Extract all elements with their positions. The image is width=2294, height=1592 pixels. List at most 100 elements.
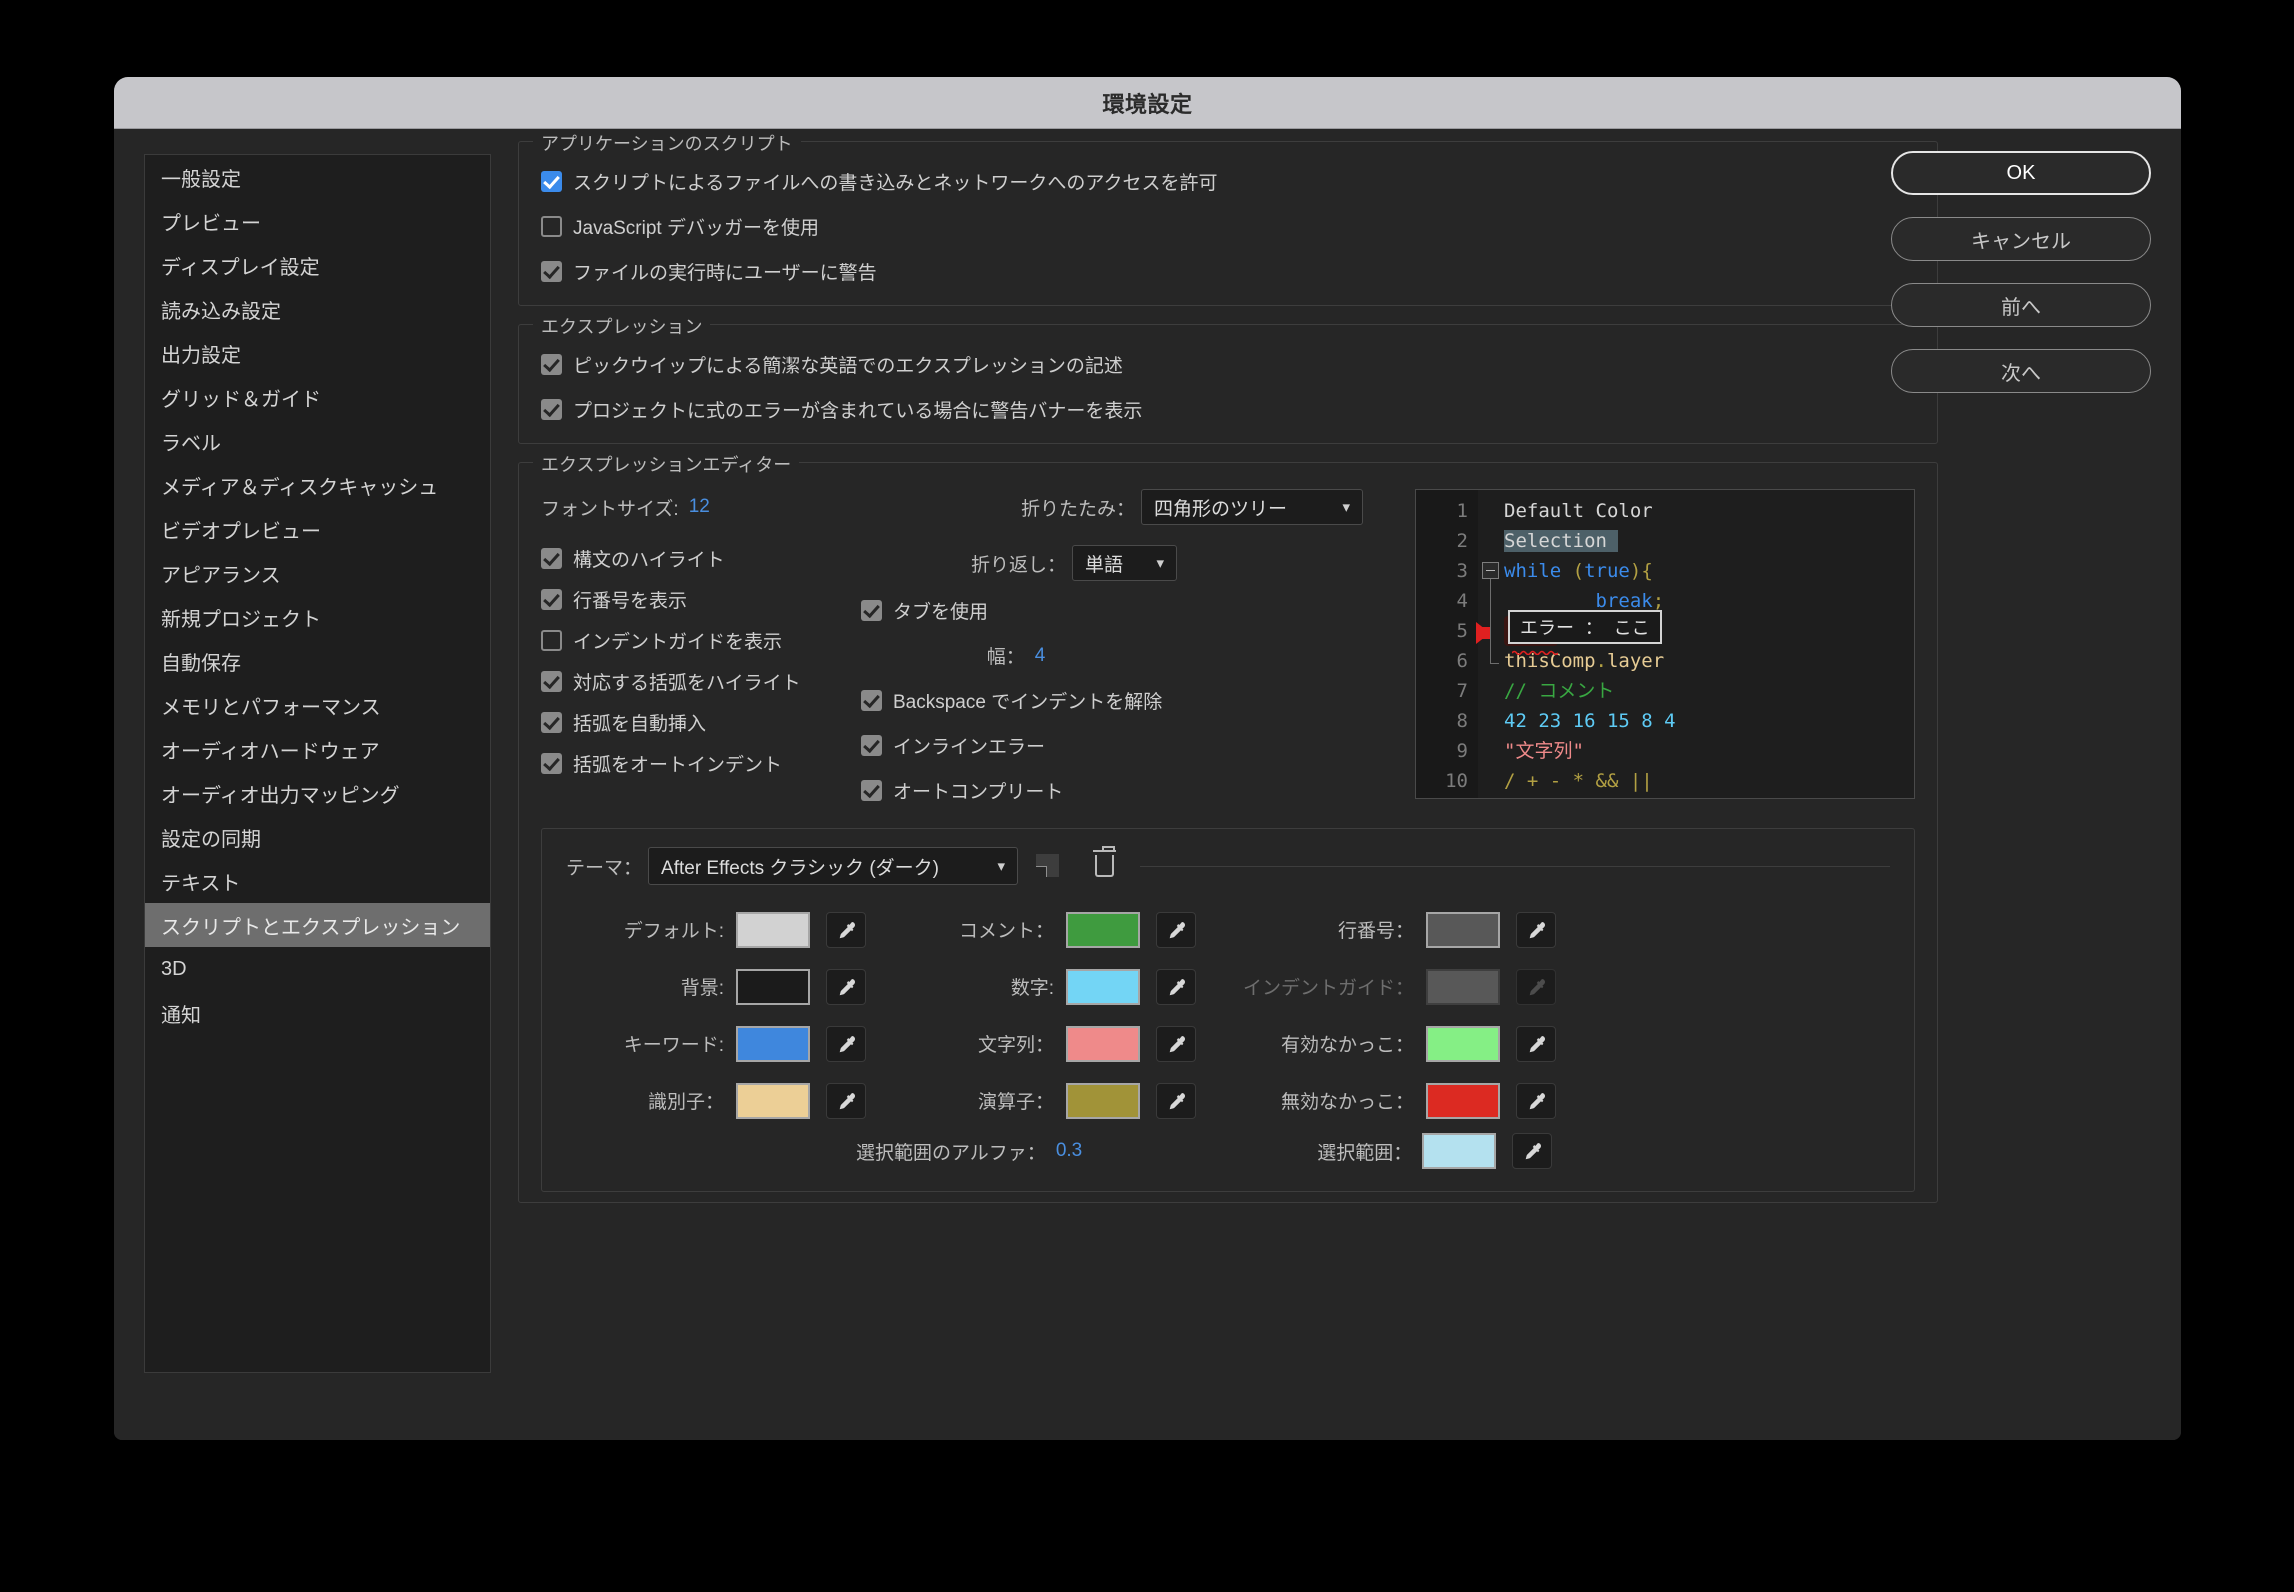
checkbox[interactable] <box>541 171 562 192</box>
sidebar-item[interactable]: プレビュー <box>145 199 490 243</box>
selection-alpha-value[interactable]: 0.3 <box>1056 1140 1082 1162</box>
eyedropper-button[interactable] <box>826 911 866 948</box>
color-swatch-label: 識別子： <box>647 1092 724 1113</box>
selection-eyedropper-button[interactable] <box>1512 1133 1553 1169</box>
eyedropper-button[interactable] <box>1156 911 1196 948</box>
checkbox[interactable] <box>541 630 562 651</box>
checkbox-row[interactable]: インデントガイドを表示 <box>541 627 841 654</box>
tab-width-value[interactable]: 4 <box>1035 645 1046 667</box>
color-swatch-chip[interactable] <box>1426 1025 1500 1062</box>
sidebar-item[interactable]: テキスト <box>145 859 490 903</box>
eyedropper-button[interactable] <box>1516 1025 1556 1062</box>
checkbox[interactable] <box>861 600 882 621</box>
checkbox-row[interactable]: インラインエラー <box>861 732 1171 759</box>
duplicate-icon <box>1036 854 1060 877</box>
sidebar-item[interactable]: 一般設定 <box>145 155 490 199</box>
previous-button[interactable]: 前へ <box>1891 283 2151 327</box>
color-swatch-label: 無効なかっこ： <box>1280 1092 1414 1113</box>
sidebar-item[interactable]: 新規プロジェクト <box>145 595 490 639</box>
duplicate-theme-button[interactable] <box>1034 851 1064 881</box>
checkbox[interactable] <box>541 712 562 733</box>
color-swatch-chip[interactable] <box>1426 911 1500 948</box>
checkbox-label: 行番号を表示 <box>573 591 688 612</box>
sidebar-item[interactable]: メディア＆ディスクキャッシュ <box>145 463 490 507</box>
checkbox-label: 括弧を自動挿入 <box>573 714 707 735</box>
sidebar-item[interactable]: ラベル <box>145 419 490 463</box>
eyedropper-button[interactable] <box>1516 911 1556 948</box>
eyedropper-button[interactable] <box>826 1025 866 1062</box>
wrap-dropdown[interactable]: 単語 ▾ <box>1072 545 1177 581</box>
sidebar-item[interactable]: ビデオプレビュー <box>145 507 490 551</box>
eyedropper-button[interactable] <box>1156 968 1196 1005</box>
theme-dropdown[interactable]: After Effects クラシック (ダーク) ▾ <box>648 847 1019 885</box>
checkbox[interactable] <box>541 548 562 569</box>
eyedropper-button[interactable] <box>826 1082 866 1119</box>
checkbox[interactable] <box>541 589 562 610</box>
cancel-button[interactable]: キャンセル <box>1891 217 2151 261</box>
checkbox[interactable] <box>541 354 562 375</box>
selection-color-chip[interactable] <box>1422 1133 1497 1169</box>
checkbox[interactable] <box>861 735 882 756</box>
delete-theme-button[interactable] <box>1090 846 1120 881</box>
sidebar-item[interactable]: 自動保存 <box>145 639 490 683</box>
checkbox-row[interactable]: JavaScript デバッガーを使用 <box>541 213 1915 240</box>
checkbox[interactable] <box>861 780 882 801</box>
color-swatch-chip[interactable] <box>736 1025 810 1062</box>
eyedropper-button[interactable] <box>826 968 866 1005</box>
color-swatch-chip[interactable] <box>1426 1082 1500 1119</box>
sidebar-item[interactable]: 出力設定 <box>145 331 490 375</box>
fold-dropdown[interactable]: 四角形のツリー ▾ <box>1141 489 1364 525</box>
next-button[interactable]: 次へ <box>1891 349 2151 393</box>
sidebar-item-label: ビデオプレビュー <box>161 520 321 543</box>
sidebar-item-label: アピアランス <box>161 564 281 587</box>
fold-collapse-icon[interactable] <box>1482 562 1499 579</box>
sidebar-item[interactable]: アピアランス <box>145 551 490 595</box>
eyedropper-icon <box>1169 1092 1185 1109</box>
checkbox-row[interactable]: 行番号を表示 <box>541 586 841 613</box>
font-size-value[interactable]: 12 <box>689 496 710 518</box>
color-swatch-chip[interactable] <box>1066 968 1140 1005</box>
checkbox[interactable] <box>541 216 562 237</box>
category-sidebar[interactable]: 一般設定 プレビュー ディスプレイ設定 読み込み設定 出力設定 グリッド＆ガイド ラベル メデ… <box>144 154 491 1373</box>
eyedropper-button[interactable] <box>1156 1082 1196 1119</box>
checkbox[interactable] <box>541 399 562 420</box>
checkbox-row[interactable]: Backspace でインデントを解除 <box>861 687 1171 714</box>
checkbox-row[interactable]: 括弧を自動挿入 <box>541 709 841 736</box>
sidebar-item[interactable]: オーディオハードウェア <box>145 727 490 771</box>
color-swatch-chip[interactable] <box>736 968 810 1005</box>
sidebar-item[interactable]: 設定の同期 <box>145 815 490 859</box>
checkbox-row[interactable]: スクリプトによるファイルへの書き込みとネットワークへのアクセスを許可 <box>541 168 1915 195</box>
checkbox-row[interactable]: 構文のハイライト <box>541 545 841 572</box>
ok-button[interactable]: OK <box>1891 151 2151 195</box>
sidebar-item[interactable]: 読み込み設定 <box>145 287 490 331</box>
sidebar-item-label: スクリプトとエクスプレッション <box>161 916 461 939</box>
checkbox-row[interactable]: オートコンプリート <box>861 777 1171 804</box>
eyedropper-button[interactable] <box>1516 1082 1556 1119</box>
sidebar-item[interactable]: 通知 <box>145 991 490 1035</box>
sidebar-item[interactable]: ディスプレイ設定 <box>145 243 490 287</box>
checkbox-label: インデントガイドを表示 <box>573 632 783 653</box>
color-swatch-chip[interactable] <box>1066 1025 1140 1062</box>
checkbox[interactable] <box>861 690 882 711</box>
checkbox-row[interactable]: ファイルの実行時にユーザーに警告 <box>541 258 1915 285</box>
checkbox-row[interactable]: タブを使用 <box>861 597 1171 624</box>
checkbox[interactable] <box>541 671 562 692</box>
checkbox-row[interactable]: プロジェクトに式のエラーが含まれている場合に警告バナーを表示 <box>541 396 1915 423</box>
color-swatch-chip[interactable] <box>1066 911 1140 948</box>
sidebar-item[interactable]: メモリとパフォーマンス <box>145 683 490 727</box>
color-swatch-chip[interactable] <box>736 1082 810 1119</box>
color-swatch-chip[interactable] <box>1066 1082 1140 1119</box>
color-swatch-chip[interactable] <box>736 911 810 948</box>
sidebar-item[interactable]: オーディオ出力マッピング <box>145 771 490 815</box>
code-fold-column[interactable] <box>1478 490 1504 798</box>
checkbox[interactable] <box>541 261 562 282</box>
checkbox-row[interactable]: 対応する括弧をハイライト <box>541 668 841 695</box>
checkbox-row[interactable]: ピックウイップによる簡潔な英語でのエクスプレッションの記述 <box>541 351 1915 378</box>
sidebar-item[interactable]: 3D <box>145 947 490 991</box>
sidebar-item[interactable]: スクリプトとエクスプレッション <box>145 903 490 947</box>
checkbox[interactable] <box>541 753 562 774</box>
sidebar-item[interactable]: グリッド＆ガイド <box>145 375 490 419</box>
eyedropper-button[interactable] <box>1156 1025 1196 1062</box>
expressions-group: エクスプレッション ピックウイップによる簡潔な英語でのエクスプレッションの記述プ… <box>518 313 1938 444</box>
checkbox-row[interactable]: 括弧をオートインデント <box>541 750 841 777</box>
